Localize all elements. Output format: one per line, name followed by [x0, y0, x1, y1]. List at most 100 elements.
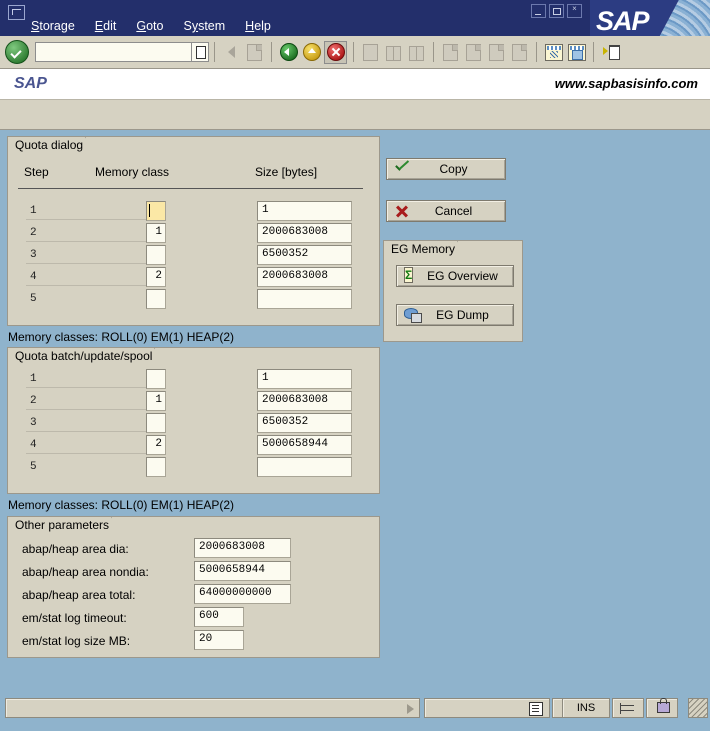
toolbar-separator	[353, 42, 354, 62]
memory-class-input[interactable]: 2	[146, 267, 166, 287]
create-shortcut-icon[interactable]	[566, 42, 587, 63]
cancel-button[interactable]: Cancel	[386, 200, 506, 222]
menu-item-edit[interactable]: Edit	[86, 18, 126, 35]
parameter-input[interactable]: 2000683008	[194, 538, 291, 558]
step-label: 3	[30, 417, 37, 429]
cancel-icon[interactable]	[324, 40, 347, 64]
status-lock-field[interactable]	[646, 698, 678, 718]
eg-dump-button[interactable]: EG Dump	[396, 304, 514, 326]
step-label: 5	[30, 461, 37, 473]
toolbar-separator	[271, 42, 272, 62]
parameter-input[interactable]: 5000658944	[194, 561, 291, 581]
toolbar-separator	[536, 42, 537, 62]
memory-class-input[interactable]: 1	[146, 223, 166, 243]
command-history-icon[interactable]	[191, 42, 209, 62]
status-message-field[interactable]	[5, 698, 420, 718]
next-page-icon	[486, 42, 507, 63]
column-header-size: Size [bytes]	[255, 165, 318, 179]
minimize-button[interactable]	[531, 4, 546, 18]
toolbar-separator	[593, 42, 594, 62]
size-input[interactable]: 6500352	[257, 413, 352, 433]
size-input[interactable]	[257, 457, 352, 477]
page-subtitle: www.sapbasisinfo.com	[554, 76, 698, 91]
print-icon	[360, 42, 381, 63]
transfer-icon	[620, 703, 636, 714]
row-separator	[26, 285, 146, 286]
menu-item-goto[interactable]: Goto	[127, 18, 172, 35]
header-rule	[18, 188, 363, 189]
size-input[interactable]: 2000683008	[257, 391, 352, 411]
copy-button-label: Copy	[439, 162, 468, 176]
last-page-icon	[509, 42, 530, 63]
parameter-input[interactable]: 600	[194, 607, 244, 627]
status-insert-mode[interactable]: INS	[562, 698, 610, 718]
menu-item-storage[interactable]: Storage	[22, 18, 84, 35]
memory-class-input[interactable]	[146, 413, 166, 433]
window-controls: ×	[531, 4, 582, 18]
application-toolbar-strip	[0, 100, 710, 130]
size-input[interactable]: 2000683008	[257, 223, 352, 243]
column-header-step: Step	[24, 165, 49, 179]
step-label: 4	[30, 271, 37, 283]
quota-dialog-group: Quota dialog Step Memory class Size [byt…	[7, 136, 380, 326]
resize-grip[interactable]	[688, 698, 708, 718]
memory-class-input[interactable]: 2	[146, 435, 166, 455]
eg-dump-label: EG Dump	[436, 308, 489, 322]
back-icon[interactable]	[278, 42, 299, 63]
row-separator	[26, 219, 146, 220]
system-info-icon[interactable]	[529, 702, 543, 716]
sigma-icon: Σ	[404, 267, 414, 283]
memory-class-input[interactable]: 1	[146, 391, 166, 411]
maximize-button[interactable]	[549, 4, 564, 18]
sap-logo: SAP	[590, 0, 710, 36]
menu-item-system[interactable]: System	[174, 18, 234, 35]
status-expand-icon[interactable]	[407, 704, 414, 714]
parameter-input[interactable]: 20	[194, 630, 244, 650]
step-label: 2	[30, 395, 37, 407]
memory-class-input[interactable]	[146, 289, 166, 309]
check-icon	[394, 161, 412, 177]
status-transfer-field[interactable]	[612, 698, 644, 718]
cancel-x-icon	[394, 203, 412, 219]
row-separator	[26, 241, 146, 242]
parameter-label: abap/heap area dia:	[22, 542, 129, 556]
lock-icon	[657, 698, 670, 713]
enter-button[interactable]	[5, 40, 29, 64]
eg-memory-group: EG Memory Σ EG Overview EG Dump	[383, 240, 523, 342]
sap-logo-text: SAP	[596, 6, 650, 36]
step-label: 5	[30, 293, 37, 305]
size-input[interactable]: 2000683008	[257, 267, 352, 287]
size-input[interactable]: 1	[257, 201, 352, 221]
toolbar-separator	[214, 42, 215, 62]
menu-item-help[interactable]: Help	[236, 18, 280, 35]
previous-page-icon	[463, 42, 484, 63]
size-input[interactable]: 5000658944	[257, 435, 352, 455]
memory-class-input[interactable]	[146, 201, 166, 221]
memory-class-input[interactable]	[146, 457, 166, 477]
find-next-icon	[406, 42, 427, 63]
customize-local-layout-icon[interactable]	[600, 42, 621, 63]
eg-memory-title: EG Memory	[384, 241, 469, 258]
copy-button[interactable]: Copy	[386, 158, 506, 180]
command-field[interactable]	[35, 42, 191, 62]
quota-batch-group: Quota batch/update/spool 1 1 2 1 2000683…	[7, 347, 380, 494]
eg-overview-button[interactable]: Σ EG Overview	[396, 265, 514, 287]
create-session-icon[interactable]	[543, 42, 564, 63]
size-input[interactable]	[257, 289, 352, 309]
status-system-field[interactable]	[424, 698, 550, 718]
parameter-input[interactable]: 64000000000	[194, 584, 291, 604]
save-icon	[244, 42, 265, 63]
database-icon	[404, 307, 422, 323]
size-input[interactable]: 6500352	[257, 245, 352, 265]
memory-class-input[interactable]	[146, 245, 166, 265]
close-button[interactable]: ×	[567, 4, 582, 18]
cancel-button-label: Cancel	[434, 204, 473, 218]
exit-icon[interactable]	[301, 42, 322, 63]
column-header-memory-class: Memory class	[95, 165, 170, 179]
menu-bar: Storage Edit Goto System Help	[22, 17, 282, 36]
command-input[interactable]	[36, 43, 191, 61]
memory-class-input[interactable]	[146, 369, 166, 389]
page-header: SAP www.sapbasisinfo.com	[0, 69, 710, 100]
other-parameters-group: Other parameters abap/heap area dia: 200…	[7, 516, 380, 658]
size-input[interactable]: 1	[257, 369, 352, 389]
